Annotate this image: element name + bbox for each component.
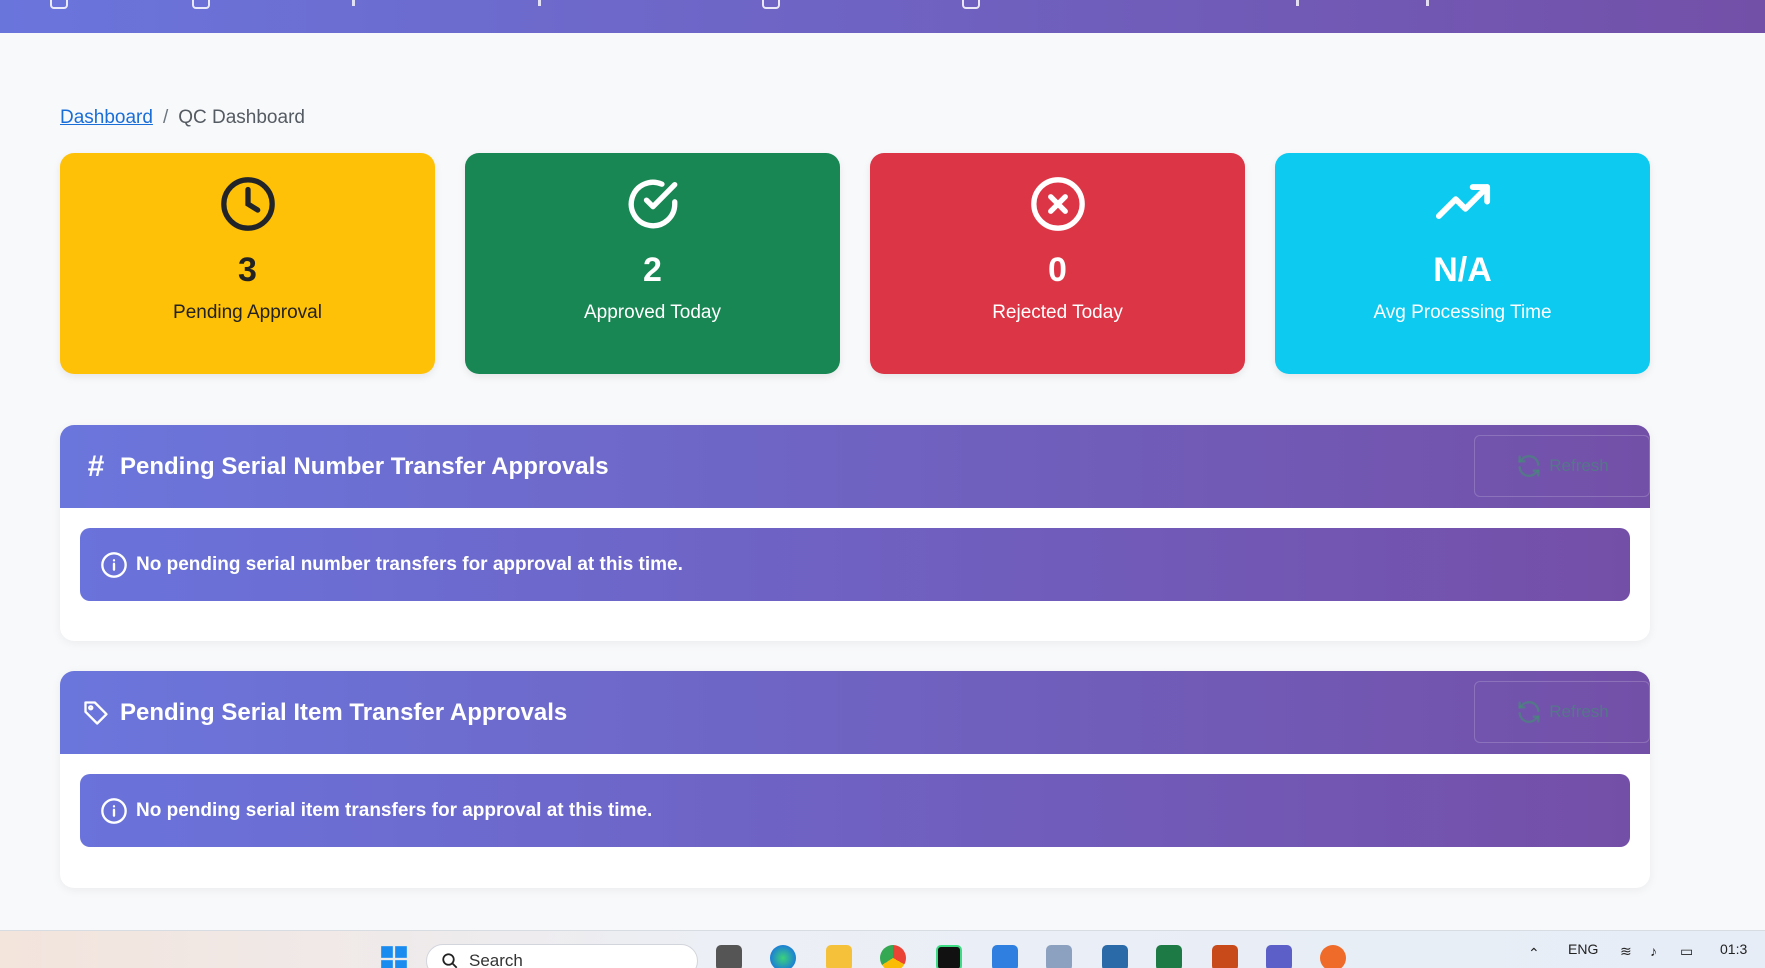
- windows-start-icon[interactable]: [380, 945, 408, 968]
- refresh-button[interactable]: Refresh: [1474, 435, 1650, 497]
- panel-title: Pending Serial Item Transfer Approvals: [120, 698, 568, 726]
- stat-value: 3: [238, 251, 257, 289]
- hash-icon: #: [87, 449, 105, 483]
- battery-icon[interactable]: ▭: [1680, 943, 1693, 960]
- stat-label: Approved Today: [584, 302, 721, 323]
- nav-item-icon[interactable]: [1426, 0, 1429, 6]
- taskbar-search[interactable]: Search: [426, 944, 698, 968]
- edge-browser-icon[interactable]: [770, 945, 796, 968]
- info-icon: [101, 551, 127, 578]
- stat-card-avg-processing-time: N/A Avg Processing Time: [1275, 153, 1650, 374]
- stat-value: 2: [643, 251, 662, 289]
- breadcrumb-current: QC Dashboard: [178, 107, 305, 128]
- panel-header: # Pending Serial Number Transfer Approva…: [60, 425, 1650, 508]
- panel-title: Pending Serial Number Transfer Approvals: [120, 452, 609, 480]
- file-explorer-icon[interactable]: [826, 945, 852, 968]
- language-indicator[interactable]: ENG: [1568, 941, 1598, 957]
- stat-value: 0: [1048, 251, 1067, 289]
- nav-item-icon[interactable]: [762, 0, 780, 9]
- wifi-icon[interactable]: ≋: [1620, 943, 1632, 960]
- stat-label: Rejected Today: [992, 302, 1123, 323]
- stat-card-rejected-today: 0 Rejected Today: [870, 153, 1245, 374]
- chrome-icon[interactable]: [880, 945, 906, 968]
- stat-card-approved-today: 2 Approved Today: [465, 153, 840, 374]
- check-circle-icon: [628, 179, 677, 229]
- nav-item-icon[interactable]: [962, 0, 980, 9]
- tag-icon: [84, 700, 108, 725]
- volume-icon[interactable]: ♪: [1650, 943, 1657, 959]
- logo-icon[interactable]: [50, 0, 68, 9]
- refresh-label: Refresh: [1549, 456, 1609, 475]
- nav-item-icon[interactable]: [538, 0, 541, 6]
- trending-up-icon: [1435, 184, 1490, 219]
- breadcrumb-separator: /: [162, 107, 169, 128]
- info-icon: [101, 797, 127, 824]
- notepad-icon[interactable]: [992, 945, 1018, 968]
- alert-message: No pending serial number transfers for a…: [136, 553, 683, 575]
- breadcrumb-dashboard-link[interactable]: Dashboard: [60, 107, 153, 129]
- os-taskbar: Search ⌃ ENG ≋ ♪ ▭ 01:3: [0, 930, 1765, 968]
- archive-icon[interactable]: [1046, 945, 1072, 968]
- app-icon[interactable]: [1212, 945, 1238, 968]
- clock-icon: [220, 177, 275, 231]
- refresh-icon: [1518, 455, 1540, 477]
- stat-label: Avg Processing Time: [1373, 302, 1552, 323]
- nav-dashboard-icon[interactable]: [192, 0, 210, 9]
- mysql-workbench-icon[interactable]: [1102, 945, 1128, 968]
- breadcrumb: Dashboard / QC Dashboard: [60, 107, 305, 129]
- top-navbar: [0, 0, 1765, 33]
- pycharm-icon[interactable]: [936, 945, 962, 968]
- stat-card-pending-approval: 3 Pending Approval: [60, 153, 435, 374]
- serial-number-transfer-panel: # Pending Serial Number Transfer Approva…: [60, 425, 1650, 641]
- search-icon: [442, 953, 458, 968]
- serial-item-transfer-panel: Pending Serial Item Transfer Approvals R…: [60, 671, 1650, 888]
- info-alert: No pending serial item transfers for app…: [80, 774, 1630, 847]
- chevron-up-icon[interactable]: ⌃: [1528, 945, 1540, 962]
- search-placeholder: Search: [469, 951, 523, 968]
- alert-message: No pending serial item transfers for app…: [136, 799, 653, 821]
- stat-label: Pending Approval: [173, 302, 322, 323]
- refresh-button[interactable]: Refresh: [1474, 681, 1650, 743]
- postman-icon[interactable]: [1320, 945, 1346, 968]
- excel-icon[interactable]: [1156, 945, 1182, 968]
- refresh-label: Refresh: [1549, 702, 1609, 721]
- nav-item-icon[interactable]: [1296, 0, 1299, 6]
- task-view-icon[interactable]: [716, 945, 742, 968]
- clock-time[interactable]: 01:3: [1720, 941, 1747, 957]
- panel-header: Pending Serial Item Transfer Approvals R…: [60, 671, 1650, 754]
- x-circle-icon: [1030, 177, 1085, 231]
- teams-icon[interactable]: [1266, 945, 1292, 968]
- stat-value: N/A: [1433, 251, 1492, 289]
- nav-item-icon[interactable]: [352, 0, 355, 6]
- refresh-icon: [1518, 701, 1540, 723]
- info-alert: No pending serial number transfers for a…: [80, 528, 1630, 601]
